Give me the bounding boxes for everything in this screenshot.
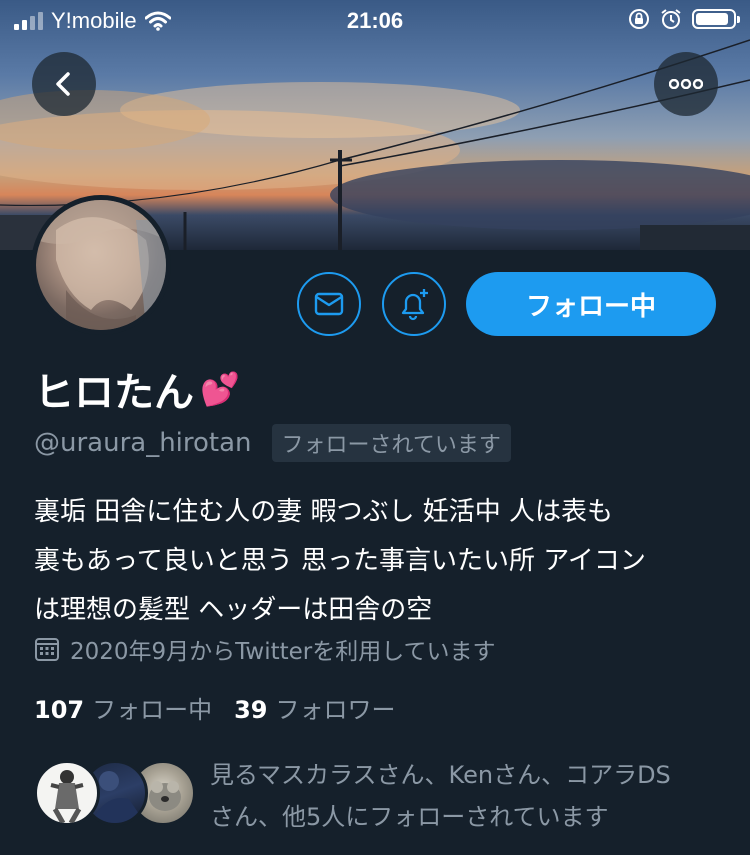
joined-date-text: 2020年9月からTwitterを利用しています: [70, 639, 496, 665]
heart-emoji-icon: 💕: [200, 370, 240, 408]
calendar-icon: [35, 638, 59, 661]
mutual-avatar: [34, 760, 100, 826]
mutual-followers-avatars[interactable]: [34, 760, 196, 828]
more-options-button[interactable]: [654, 52, 718, 116]
followers-label[interactable]: フォロワー: [276, 690, 396, 725]
follow-stats: 107 フォロー中 39 フォロワー: [34, 690, 418, 725]
display-name-text: ヒロたん: [34, 370, 194, 416]
bio-line: は理想の髪型 ヘッダーは田舎の空: [34, 595, 433, 625]
more-horizontal-icon: [669, 79, 703, 89]
mutual-text-line: 見るマスカラスさん、Kenさん、コアラDS: [210, 761, 671, 789]
following-label[interactable]: フォロー中: [92, 690, 212, 725]
username-handle: @uraura_hirotan: [34, 428, 252, 458]
follows-you-badge: フォローされています: [271, 424, 511, 462]
bell-plus-icon: [401, 289, 428, 321]
handle-row: @uraura_hirotan フォローされています: [34, 424, 511, 462]
followers-count[interactable]: 39: [234, 696, 267, 724]
joined-date-row: 2020年9月からTwitterを利用しています: [34, 632, 496, 666]
status-right-group: [628, 8, 740, 30]
display-name: ヒロたん 💕: [34, 360, 240, 418]
chevron-left-icon: [56, 72, 70, 96]
bio-line: 裏もあって良いと思う 思った事言いたい所 アイコン: [34, 546, 646, 576]
battery-icon: [692, 9, 740, 29]
following-count[interactable]: 107: [34, 696, 84, 724]
mail-icon: [314, 292, 344, 316]
notification-button[interactable]: [382, 272, 446, 336]
alarm-icon: [661, 9, 681, 29]
back-button[interactable]: [32, 52, 96, 116]
mutual-text-line: さん、他5人にフォローされています: [210, 803, 609, 831]
profile-avatar[interactable]: [31, 195, 171, 335]
bio-line: 裏垢 田舎に住む人の妻 暇つぶし 妊活中 人は表も: [34, 497, 614, 527]
following-button[interactable]: フォロー中: [466, 272, 716, 336]
profile-bio: 裏垢 田舎に住む人の妻 暇つぶし 妊活中 人は表も 裏もあって良いと思う 思った…: [34, 488, 724, 635]
direct-message-button[interactable]: [297, 272, 361, 336]
status-bar: Y!mobile 21:06: [0, 0, 750, 40]
mutual-followers-text[interactable]: 見るマスカラスさん、Kenさん、コアラDS さん、他5人にフォローされています: [210, 754, 730, 838]
avatar-image: [36, 200, 166, 330]
orientation-lock-icon: [629, 9, 649, 29]
